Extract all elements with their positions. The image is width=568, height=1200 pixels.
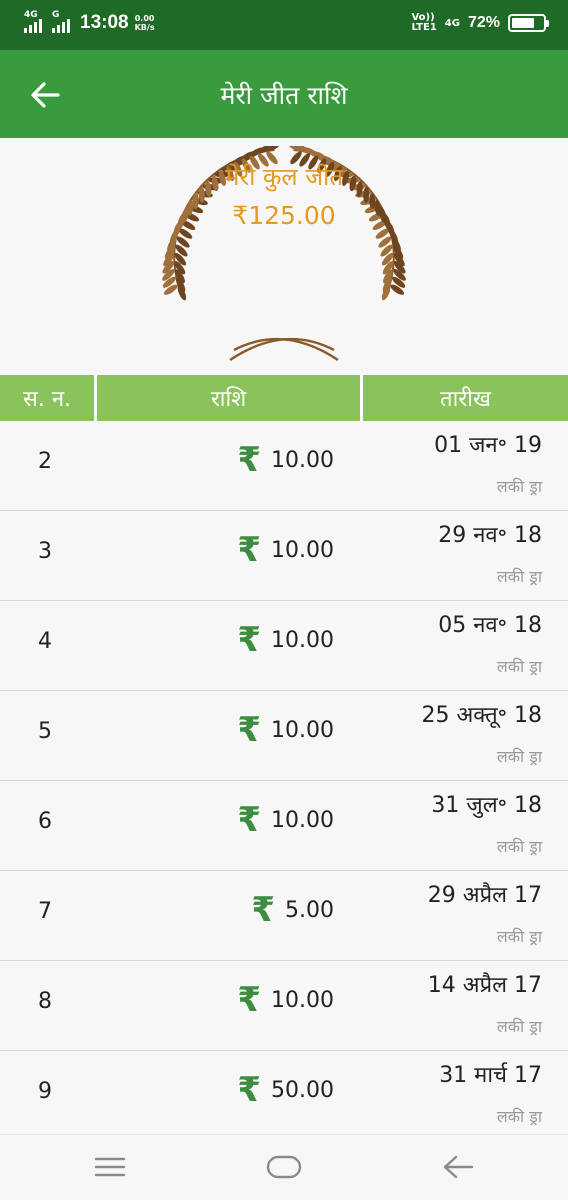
volte-indicator: Vo)) LTE1 xyxy=(411,13,436,33)
total-winnings: मेरी कुल जीत ₹125.00 xyxy=(0,158,568,236)
row-amount-value: 50.00 xyxy=(271,1077,334,1103)
row-win-type: लकी ड्रा xyxy=(496,1107,542,1126)
status-right: Vo)) LTE1 4G 72% xyxy=(411,13,549,33)
menu-icon[interactable] xyxy=(90,1149,130,1185)
row-amount-value: 5.00 xyxy=(285,897,334,923)
volte-bottom: LTE1 xyxy=(411,22,437,33)
row-amount: ₹10.00 xyxy=(237,623,334,657)
rupee-icon: ₹ xyxy=(251,890,276,930)
row-win-type: लकी ड्रा xyxy=(496,927,542,946)
row-win-type: लकी ड्रा xyxy=(496,567,542,586)
row-win-type: लकी ड्रा xyxy=(496,747,542,766)
winnings-list: 2 ₹10.00 01 जन॰ 19 लकी ड्रा 3 ₹10.00 29 नव॰ 18… xyxy=(0,421,568,1141)
network-type: 4G xyxy=(444,17,460,29)
table-header: स. न. राशि तारीख xyxy=(0,375,568,421)
table-row[interactable]: 2 ₹10.00 01 जन॰ 19 लकी ड्रा xyxy=(0,421,568,511)
row-amount: ₹5.00 xyxy=(251,893,334,927)
row-serial-number: 7 xyxy=(38,899,52,924)
table-row[interactable]: 5 ₹10.00 25 अक्तू॰ 18 लकी ड्रा xyxy=(0,691,568,781)
system-nav-bar xyxy=(0,1134,568,1200)
row-serial-number: 8 xyxy=(38,989,52,1014)
table-row[interactable]: 4 ₹10.00 05 नव॰ 18 लकी ड्रा xyxy=(0,601,568,691)
row-amount: ₹10.00 xyxy=(237,443,334,477)
back-icon[interactable] xyxy=(438,1149,478,1185)
sim2-signal-icon: G xyxy=(52,10,70,33)
row-serial-number: 6 xyxy=(38,809,52,834)
header-date: तारीख xyxy=(363,375,568,421)
row-amount-value: 10.00 xyxy=(271,537,334,563)
network-speed-value: 0.00 xyxy=(134,14,155,23)
table-row[interactable]: 6 ₹10.00 31 जुल॰ 18 लकी ड्रा xyxy=(0,781,568,871)
row-amount-value: 10.00 xyxy=(271,627,334,653)
row-amount: ₹50.00 xyxy=(237,1073,334,1107)
header-serial-number: स. न. xyxy=(0,375,94,421)
rupee-icon: ₹ xyxy=(237,980,262,1020)
network-speed-unit: KB/s xyxy=(134,23,155,32)
row-amount: ₹10.00 xyxy=(237,533,334,567)
status-time: 13:08 xyxy=(80,12,129,33)
row-date: 31 जुल॰ 18 xyxy=(431,793,542,818)
table-row[interactable]: 8 ₹10.00 14 अप्रैल 17 लकी ड्रा xyxy=(0,961,568,1051)
row-amount: ₹10.00 xyxy=(237,983,334,1017)
rupee-icon: ₹ xyxy=(237,710,262,750)
battery-fill xyxy=(512,18,534,28)
rupee-icon: ₹ xyxy=(237,1070,262,1110)
row-win-type: लकी ड्रा xyxy=(496,1017,542,1036)
row-date: 01 जन॰ 19 xyxy=(434,433,542,458)
rupee-icon: ₹ xyxy=(237,800,262,840)
row-amount: ₹10.00 xyxy=(237,803,334,837)
total-winnings-card: मेरी कुल जीत ₹125.00 xyxy=(0,138,568,375)
row-serial-number: 2 xyxy=(38,449,52,474)
page-title: मेरी जीत राशि xyxy=(220,81,348,110)
battery-icon xyxy=(508,14,549,32)
row-date: 25 अक्तू॰ 18 xyxy=(421,703,543,728)
row-win-type: लकी ड्रा xyxy=(496,837,542,856)
row-amount-value: 10.00 xyxy=(271,447,334,473)
row-win-type: लकी ड्रा xyxy=(496,657,542,676)
row-amount-value: 10.00 xyxy=(271,807,334,833)
total-winnings-amount: ₹125.00 xyxy=(232,201,336,230)
status-left: 4G G 13:08 0.00 KB/s xyxy=(24,10,155,34)
header-amount: राशि xyxy=(97,375,360,421)
total-winnings-label: मेरी कुल जीत xyxy=(224,163,344,191)
rupee-icon: ₹ xyxy=(237,440,262,480)
row-amount-value: 10.00 xyxy=(271,717,334,743)
app-bar: मेरी जीत राशि xyxy=(0,50,568,138)
table-row[interactable]: 9 ₹50.00 31 मार्च 17 लकी ड्रा xyxy=(0,1051,568,1141)
row-date: 14 अप्रैल 17 xyxy=(427,973,542,998)
home-icon[interactable] xyxy=(264,1149,304,1185)
row-date: 31 मार्च 17 xyxy=(439,1063,542,1088)
network-speed: 0.00 KB/s xyxy=(135,14,155,32)
table-row[interactable]: 7 ₹5.00 29 अप्रैल 17 लकी ड्रा xyxy=(0,871,568,961)
rupee-icon: ₹ xyxy=(237,530,262,570)
row-serial-number: 4 xyxy=(38,629,52,654)
sim1-signal-icon: 4G xyxy=(24,10,42,33)
row-win-type: लकी ड्रा xyxy=(496,477,542,496)
rupee-icon: ₹ xyxy=(237,620,262,660)
row-date: 29 अप्रैल 17 xyxy=(427,883,542,908)
row-serial-number: 5 xyxy=(38,719,52,744)
battery-percent: 72% xyxy=(467,14,500,31)
sim2-label: G xyxy=(52,10,60,20)
sim1-label: 4G xyxy=(24,10,38,20)
row-date: 05 नव॰ 18 xyxy=(438,613,542,638)
row-date: 29 नव॰ 18 xyxy=(438,523,542,548)
row-amount: ₹10.00 xyxy=(237,713,334,747)
row-amount-value: 10.00 xyxy=(271,987,334,1013)
row-serial-number: 3 xyxy=(38,539,52,564)
row-serial-number: 9 xyxy=(38,1079,52,1104)
status-bar: 4G G 13:08 0.00 KB/s Vo)) LTE1 4G 72% xyxy=(0,0,568,50)
table-row[interactable]: 3 ₹10.00 29 नव॰ 18 लकी ड्रा xyxy=(0,511,568,601)
